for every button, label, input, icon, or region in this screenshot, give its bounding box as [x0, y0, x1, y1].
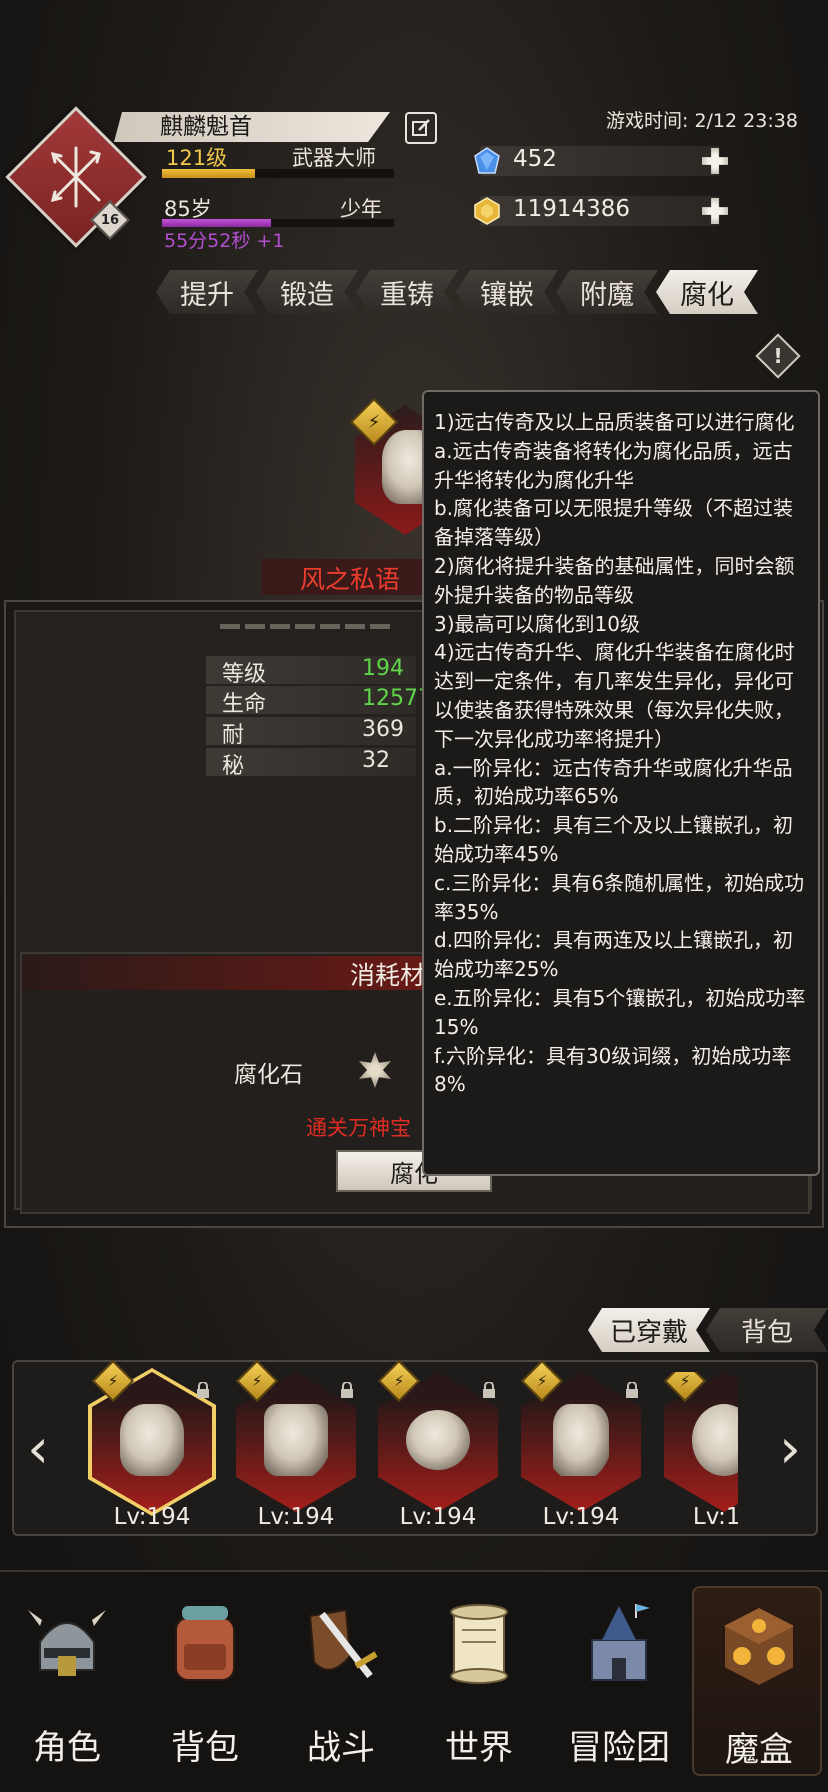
gem-value: 452 [513, 146, 557, 172]
nav-label: 世界 [445, 1728, 513, 1768]
exclamation-icon: ! [773, 344, 783, 368]
stat-label: 秘 [222, 754, 245, 779]
lightning-icon: ⚡ [536, 1372, 548, 1390]
level-progress-bar [162, 169, 394, 178]
gold-value: 11914386 [513, 196, 631, 222]
game-time: 游戏时间: 2/12 23:38 [606, 110, 798, 132]
nav-label: 冒险团 [568, 1728, 670, 1768]
equipment-slot[interactable]: ⚡ Lv:194 [377, 1359, 498, 1530]
lightning-icon: ⚡ [393, 1372, 405, 1390]
lock-icon [483, 1382, 495, 1398]
tooltip-line: c.三阶异化：具有6条随机属性，初始成功率35% [434, 870, 805, 924]
tab-forge[interactable]: 锻造 [256, 270, 358, 314]
player-level: 121级 [166, 146, 228, 170]
age-timer: 55分52秒 +1 [164, 230, 285, 252]
lightning-icon: ⚡ [679, 1372, 691, 1390]
equipment-slot[interactable]: ⚡ Lv:19 [664, 1372, 738, 1530]
nav-label: 背包 [171, 1728, 239, 1768]
backpack-icon [175, 1606, 235, 1681]
partial-slot-clip: ⚡ Lv:19 [664, 1372, 738, 1542]
nav-bag[interactable]: 背包 [140, 1586, 270, 1776]
tooltip-line: f.六阶异化：具有30级词缀，初始成功率8% [434, 1043, 792, 1097]
slot-level: Lv:194 [113, 1504, 191, 1530]
lock-icon [626, 1382, 638, 1398]
tooltip-line: b.二阶异化：具有三个及以上镶嵌孔，初始成功率45% [434, 813, 794, 866]
tab-enchant[interactable]: 附魔 [556, 270, 658, 314]
tooltip-line: 2)腐化将提升装备的基础属性，同时会额外提升装备的物品等级 [434, 553, 795, 607]
tooltip-line: d.四阶异化：具有两连及以上镶嵌孔，初始成功率25% [434, 928, 794, 982]
scroll-right-button[interactable]: › [770, 1417, 810, 1480]
helmet-icon [120, 1404, 184, 1476]
stat-label: 生命 [222, 692, 267, 717]
nav-label: 魔盒 [725, 1730, 793, 1770]
stat-label: 耐 [222, 723, 245, 748]
stat-value: 194 [362, 656, 404, 681]
sword-shield-icon [308, 1608, 378, 1679]
magic-cube-icon [723, 1606, 795, 1688]
tooltip-line: e.五阶异化：具有5个镶嵌孔，初始成功率15% [434, 985, 806, 1039]
forge-tabs: 提升 锻造 重铸 镶嵌 附魔 腐化 [158, 270, 758, 314]
tooltip-line: 1)远古传奇及以上品质装备可以进行腐化 [434, 410, 795, 434]
slot-level: Lv:194 [399, 1504, 477, 1530]
material-label: 腐化石 [234, 1062, 303, 1088]
tooltip-line: a.一阶异化：远古传奇升华或腐化升华品质，初始成功率65% [434, 755, 793, 809]
level-progress-fill [162, 169, 255, 178]
chest-armor-icon [264, 1404, 328, 1476]
tooltip-line: b.腐化装备可以无限提升等级（不超过装备掉落等级） [434, 496, 794, 550]
belt-icon [406, 1410, 470, 1470]
nav-magic-box[interactable]: 魔盒 [692, 1586, 822, 1776]
tab-socket[interactable]: 镶嵌 [456, 270, 558, 314]
rarity-divider [220, 624, 395, 629]
equipment-slot[interactable]: ⚡ Lv:194 [520, 1359, 641, 1530]
nav-world[interactable]: 世界 [414, 1586, 544, 1776]
tab-reforge[interactable]: 重铸 [356, 270, 458, 314]
corruption-info-tooltip: 1)远古传奇及以上品质装备可以进行腐化 a.远古传奇装备将转化为腐化品质，远古升… [422, 390, 820, 1176]
lightning-icon: ⚡ [367, 411, 381, 433]
consume-title: 消耗材 [350, 961, 426, 990]
item-name: 风之私语 [300, 565, 401, 594]
lightning-icon: ⚡ [107, 1372, 119, 1390]
tab-bag[interactable]: 背包 [706, 1308, 828, 1352]
stat-value: 32 [362, 748, 390, 773]
scroll-map-icon [450, 1604, 508, 1684]
helmet-icon [28, 1610, 106, 1676]
scroll-left-button[interactable]: ‹ [18, 1417, 58, 1480]
nav-guild[interactable]: 冒险团 [554, 1586, 684, 1776]
equipment-tabs: 已穿戴 背包 [592, 1308, 828, 1352]
lightning-icon: ⚡ [251, 1372, 263, 1390]
player-title: 武器大师 [292, 146, 376, 170]
tab-equipped[interactable]: 已穿戴 [588, 1308, 710, 1352]
equipment-slot[interactable]: ⚡ Lv:194 [235, 1359, 356, 1530]
lock-icon [197, 1382, 209, 1398]
slot-level: Lv:19 [692, 1504, 738, 1530]
blue-gem-icon [472, 146, 502, 176]
nav-label: 角色 [33, 1728, 101, 1768]
boots-icon [553, 1404, 609, 1476]
stat-label: 等级 [222, 662, 267, 687]
tab-upgrade[interactable]: 提升 [156, 270, 258, 314]
player-name: 麒麟魁首 [114, 112, 390, 142]
nav-character[interactable]: 角色 [2, 1586, 132, 1776]
tooltip-line: 3)最高可以腐化到10级 [434, 611, 640, 636]
slot-level: Lv:194 [542, 1504, 620, 1530]
requirement-text: 通关万神宝 [306, 1116, 411, 1140]
gold-coin-icon [472, 196, 502, 226]
castle-icon [591, 1604, 650, 1681]
lock-icon [341, 1382, 353, 1398]
stat-value: 369 [362, 717, 404, 742]
tab-corrupt[interactable]: 腐化 [656, 270, 758, 314]
nav-label: 战斗 [307, 1728, 375, 1768]
tooltip-line: a.远古传奇装备将转化为腐化品质，远古升华将转化为腐化升华 [434, 438, 793, 492]
equipment-slot[interactable]: ⚡ Lv:194 [88, 1359, 216, 1530]
slot-level: Lv:194 [257, 1504, 335, 1530]
nav-battle[interactable]: 战斗 [276, 1586, 406, 1776]
edit-name-button[interactable] [405, 112, 437, 144]
tooltip-line: 4)远古传奇升华、腐化升华装备在腐化时达到一定条件，有几率发生异化，异化可以使装… [434, 640, 795, 751]
edit-icon [412, 119, 430, 136]
avatar-level-number: 16 [100, 212, 120, 228]
